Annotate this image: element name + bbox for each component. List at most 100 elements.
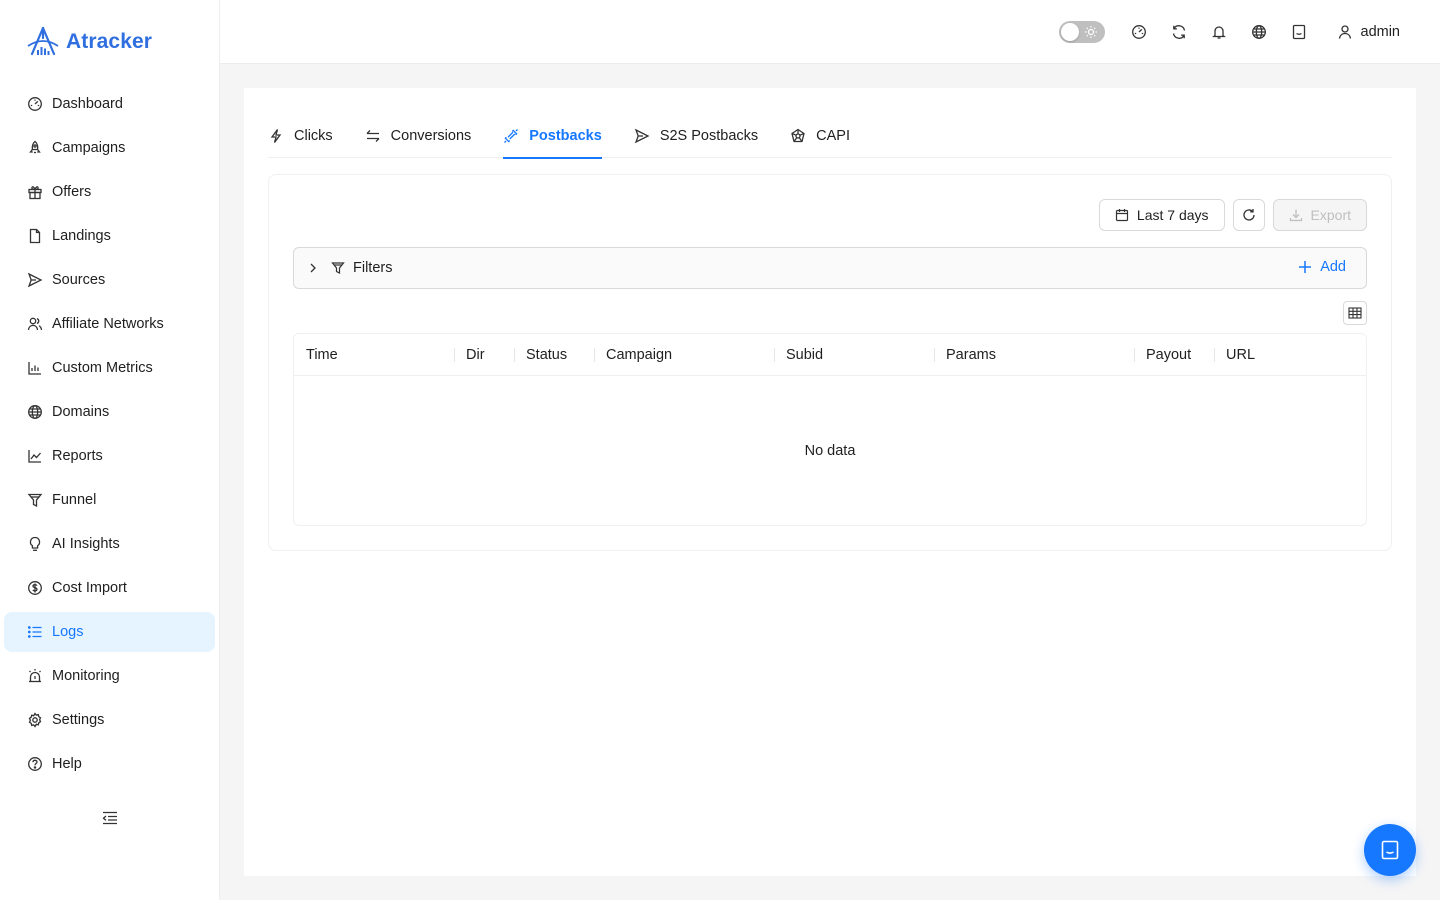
table-header: Time Dir Status Campaign Subid Params Pa… xyxy=(294,334,1366,376)
assistant-icon[interactable] xyxy=(1279,20,1319,44)
tab-label: CAPI xyxy=(816,128,850,144)
add-filter-button[interactable]: Add xyxy=(1298,259,1346,275)
list-icon xyxy=(27,624,43,640)
date-range-picker[interactable]: Last 7 days xyxy=(1098,199,1225,231)
collapse-sidebar-icon[interactable] xyxy=(101,810,119,826)
postbacks-table: Time Dir Status Campaign Subid Params Pa… xyxy=(293,333,1367,526)
sidebar-item-label: Help xyxy=(52,756,82,772)
tab-conversions[interactable]: Conversions xyxy=(365,116,472,158)
api-icon xyxy=(503,128,519,144)
user-menu[interactable]: admin xyxy=(1337,24,1400,40)
sidebar-item-offers[interactable]: Offers xyxy=(4,172,215,212)
assistant-icon xyxy=(1381,840,1399,860)
dollar-icon xyxy=(27,580,43,596)
bell-icon[interactable] xyxy=(1199,20,1239,44)
filters-bar[interactable]: Filters Add xyxy=(293,247,1367,289)
tab-clicks[interactable]: Clicks xyxy=(268,116,333,158)
funnel-icon xyxy=(27,492,43,508)
alarm-icon xyxy=(27,668,43,684)
column-header-status[interactable]: Status xyxy=(514,334,594,376)
app-name: Atracker xyxy=(66,30,153,53)
sidebar-item-dashboard[interactable]: Dashboard xyxy=(4,84,215,124)
file-icon xyxy=(27,228,43,244)
tab-s2s-postbacks[interactable]: S2S Postbacks xyxy=(634,116,758,158)
sidebar-item-domains[interactable]: Domains xyxy=(4,392,215,432)
gear-icon xyxy=(27,712,43,728)
logo-icon xyxy=(27,26,59,56)
globe-icon[interactable] xyxy=(1239,20,1279,44)
column-header-subid[interactable]: Subid xyxy=(774,334,934,376)
sidebar: Atracker Dashboard Campaigns Offers Land… xyxy=(0,0,220,900)
question-icon xyxy=(27,756,43,772)
column-settings-button[interactable] xyxy=(1343,301,1367,325)
globe-icon xyxy=(27,404,43,420)
sidebar-item-logs[interactable]: Logs xyxy=(4,612,215,652)
sidebar-item-cost-import[interactable]: Cost Import xyxy=(4,568,215,608)
export-button[interactable]: Export xyxy=(1272,199,1367,231)
sidebar-item-funnel[interactable]: Funnel xyxy=(4,480,215,520)
sidebar-item-settings[interactable]: Settings xyxy=(4,700,215,740)
tab-label: S2S Postbacks xyxy=(659,128,759,144)
send-icon xyxy=(634,128,650,144)
sidebar-item-label: Campaigns xyxy=(52,140,126,156)
reload-button[interactable] xyxy=(1232,199,1265,231)
toggle-knob xyxy=(1060,23,1079,41)
tab-label: Clicks xyxy=(294,128,333,144)
sidebar-item-label: Settings xyxy=(52,712,105,728)
theme-toggle[interactable] xyxy=(1058,21,1105,43)
column-header-params[interactable]: Params xyxy=(934,334,1134,376)
sidebar-item-campaigns[interactable]: Campaigns xyxy=(4,128,215,168)
logs-panel: Last 7 days Export Filters Add Time Dir … xyxy=(268,174,1392,551)
tab-label: Conversions xyxy=(390,128,472,144)
sidebar-item-ai-insights[interactable]: AI Insights xyxy=(4,524,215,564)
user-icon xyxy=(1338,25,1351,39)
column-header-url[interactable]: URL xyxy=(1214,334,1366,376)
sidebar-item-label: Cost Import xyxy=(52,580,127,596)
sidebar-item-landings[interactable]: Landings xyxy=(4,216,215,256)
column-header-dir[interactable]: Dir xyxy=(454,334,514,376)
reload-icon xyxy=(1242,209,1255,221)
assistant-float-button[interactable] xyxy=(1364,824,1416,876)
plus-icon xyxy=(1299,261,1312,273)
sidebar-item-label: Monitoring xyxy=(52,668,120,684)
date-range-label: Last 7 days xyxy=(1136,207,1209,223)
sidebar-item-label: AI Insights xyxy=(52,536,120,552)
column-header-time[interactable]: Time xyxy=(294,334,454,376)
tab-capi[interactable]: CAPI xyxy=(790,116,850,158)
sidebar-item-label: Sources xyxy=(52,272,106,288)
panel-toolbar: Last 7 days Export xyxy=(1098,199,1367,231)
app-logo[interactable]: Atracker xyxy=(26,26,152,58)
column-header-payout[interactable]: Payout xyxy=(1134,334,1214,376)
chevron-right-icon[interactable] xyxy=(307,262,319,274)
sidebar-item-label: Offers xyxy=(52,184,92,200)
sidebar-item-label: Reports xyxy=(52,448,103,464)
sidebar-item-custom-metrics[interactable]: Custom Metrics xyxy=(4,348,215,388)
tab-postbacks[interactable]: Postbacks xyxy=(503,116,602,159)
speed-dashboard-icon[interactable] xyxy=(1119,20,1159,44)
cluster-icon xyxy=(790,128,806,144)
bulb-icon xyxy=(27,536,43,552)
log-tabs: Clicks Conversions Postbacks S2S Postbac… xyxy=(268,116,1392,159)
sidebar-item-label: Landings xyxy=(52,228,111,244)
filter-icon xyxy=(331,262,345,274)
sidebar-item-sources[interactable]: Sources xyxy=(4,260,215,300)
sidebar-item-label: Funnel xyxy=(52,492,97,508)
sidebar-item-label: Logs xyxy=(52,624,84,640)
refresh-icon[interactable] xyxy=(1159,20,1199,44)
sidebar-item-label: Dashboard xyxy=(52,96,123,112)
swap-icon xyxy=(365,128,381,144)
rocket-icon xyxy=(27,140,43,156)
add-filter-label: Add xyxy=(1320,259,1346,275)
send-icon xyxy=(27,272,43,288)
sidebar-item-monitoring[interactable]: Monitoring xyxy=(4,656,215,696)
sidebar-item-help[interactable]: Help xyxy=(4,744,215,784)
line-chart-icon xyxy=(27,448,43,464)
top-header: admin xyxy=(220,0,1440,64)
sidebar-nav: Dashboard Campaigns Offers Landings Sour… xyxy=(4,84,215,788)
column-header-campaign[interactable]: Campaign xyxy=(594,334,774,376)
tab-label: Postbacks xyxy=(529,128,602,144)
calendar-icon xyxy=(1115,209,1129,222)
sidebar-item-affiliate-networks[interactable]: Affiliate Networks xyxy=(4,304,215,344)
sidebar-item-reports[interactable]: Reports xyxy=(4,436,215,476)
empty-state: No data xyxy=(804,443,856,459)
